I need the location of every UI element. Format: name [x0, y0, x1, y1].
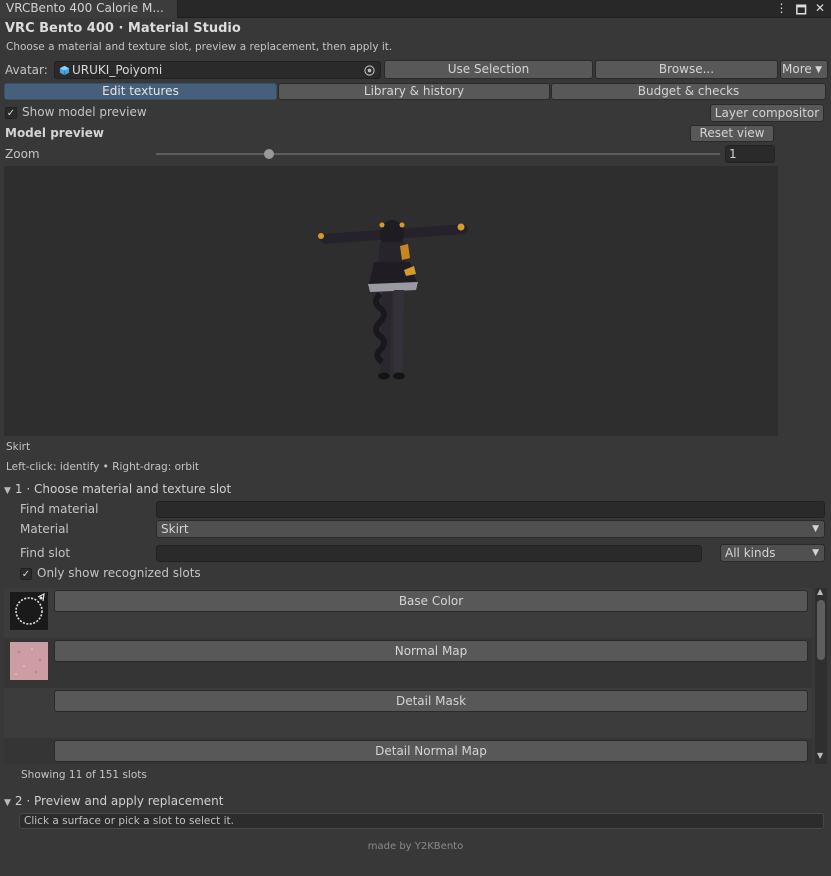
material-selected-value: Skirt — [161, 522, 189, 536]
find-slot-input[interactable] — [156, 545, 702, 562]
slot-count-text: Showing 11 of 151 slots — [21, 769, 147, 781]
slot-list-scrollbar[interactable]: ▲ ▼ — [815, 587, 827, 764]
model-preview-viewport[interactable] — [4, 166, 778, 436]
only-recognized-checkbox[interactable]: ✓ — [20, 568, 32, 580]
avatar-label: Avatar: — [5, 63, 48, 77]
slot-detail-normal-map-button[interactable]: Detail Normal Map — [54, 740, 808, 762]
show-model-preview-label: Show model preview — [22, 105, 147, 119]
pink-texture-icon — [10, 642, 48, 680]
foldout-expanded-icon: ▼ — [4, 486, 11, 496]
slot-thumbnail[interactable] — [10, 642, 48, 680]
layer-compositor-button[interactable]: Layer compositor — [710, 104, 824, 122]
find-slot-label: Find slot — [20, 546, 71, 560]
slot-row: Detail Mask — [4, 688, 812, 738]
tab-edit-textures[interactable]: Edit textures — [4, 83, 277, 100]
caret-down-icon: ▼ — [812, 524, 819, 534]
footer-credit: made by Y2KBento — [367, 841, 464, 852]
slot-normal-map-button[interactable]: Normal Map — [54, 640, 808, 662]
avatar-model-render — [318, 220, 468, 380]
ring-texture-icon — [15, 592, 45, 625]
more-dropdown[interactable]: More ▼ — [780, 60, 828, 79]
more-label: More — [782, 62, 812, 76]
avatar-name: URUKI_Poiyomi — [72, 63, 163, 77]
close-icon[interactable]: ✕ — [815, 1, 825, 22]
slot-row: Detail Normal Map — [4, 738, 812, 764]
zoom-label: Zoom — [5, 147, 40, 161]
object-picker-icon[interactable] — [364, 65, 375, 76]
slot-row: Base Color — [4, 588, 812, 638]
maximize-icon[interactable]: 🗖 — [796, 1, 807, 22]
zoom-value-field[interactable]: 1 — [725, 145, 775, 163]
selection-hint-box: Click a surface or pick a slot to select… — [19, 813, 824, 829]
hovered-part-name: Skirt — [6, 441, 31, 453]
tab-library-history[interactable]: Library & history — [278, 83, 550, 100]
editor-tab-bar: VRCBento 400 Calorie M... ⋮ 🗖 ✕ — [0, 0, 831, 18]
reset-view-button[interactable]: Reset view — [690, 125, 774, 142]
scroll-up-icon[interactable]: ▲ — [817, 587, 823, 596]
page-subtitle: Choose a material and texture slot, prev… — [6, 41, 393, 53]
window-controls: ⋮ 🗖 ✕ — [776, 1, 825, 22]
caret-down-icon: ▼ — [815, 65, 822, 75]
window-tab[interactable]: VRCBento 400 Calorie M... — [0, 0, 178, 18]
only-recognized-label: Only show recognized slots — [37, 566, 201, 580]
scrollbar-thumb[interactable] — [817, 600, 825, 660]
section2-title: 2 · Preview and apply replacement — [14, 794, 224, 808]
material-dropdown[interactable]: Skirt ▼ — [156, 520, 825, 538]
scroll-down-icon[interactable]: ▼ — [817, 751, 823, 760]
model-preview-heading: Model preview — [5, 126, 105, 140]
material-label: Material — [20, 522, 69, 536]
caret-down-icon: ▼ — [812, 548, 819, 558]
page-title: VRC Bento 400 · Material Studio — [5, 21, 241, 36]
tab-budget-checks[interactable]: Budget & checks — [551, 83, 826, 100]
browse-button[interactable]: Browse... — [595, 60, 778, 79]
slot-kind-selected-value: All kinds — [725, 546, 776, 560]
section2-foldout[interactable]: ▼ 2 · Preview and apply replacement — [4, 794, 223, 808]
section1-title: 1 · Choose material and texture slot — [14, 482, 232, 496]
slot-kind-dropdown[interactable]: All kinds ▼ — [720, 544, 825, 562]
find-material-input[interactable] — [156, 501, 825, 518]
zoom-slider-track — [156, 153, 720, 155]
zoom-slider-thumb[interactable] — [263, 149, 274, 159]
kebab-menu-icon[interactable]: ⋮ — [776, 1, 788, 22]
show-model-preview-checkbox[interactable]: ✓ — [5, 107, 17, 119]
slot-base-color-button[interactable]: Base Color — [54, 590, 808, 612]
section1-foldout[interactable]: ▼ 1 · Choose material and texture slot — [4, 482, 231, 496]
zoom-slider[interactable] — [156, 146, 720, 162]
prefab-cube-icon — [59, 65, 70, 76]
preview-controls-hint: Left-click: identify • Right-drag: orbit — [6, 461, 200, 473]
slot-thumbnail[interactable] — [10, 592, 48, 630]
use-selection-button[interactable]: Use Selection — [384, 60, 593, 79]
slot-row: Normal Map — [4, 638, 812, 688]
slot-detail-mask-button[interactable]: Detail Mask — [54, 690, 808, 712]
foldout-expanded-icon: ▼ — [4, 798, 11, 808]
avatar-object-field[interactable]: URUKI_Poiyomi — [54, 61, 381, 79]
find-material-label: Find material — [20, 502, 99, 516]
